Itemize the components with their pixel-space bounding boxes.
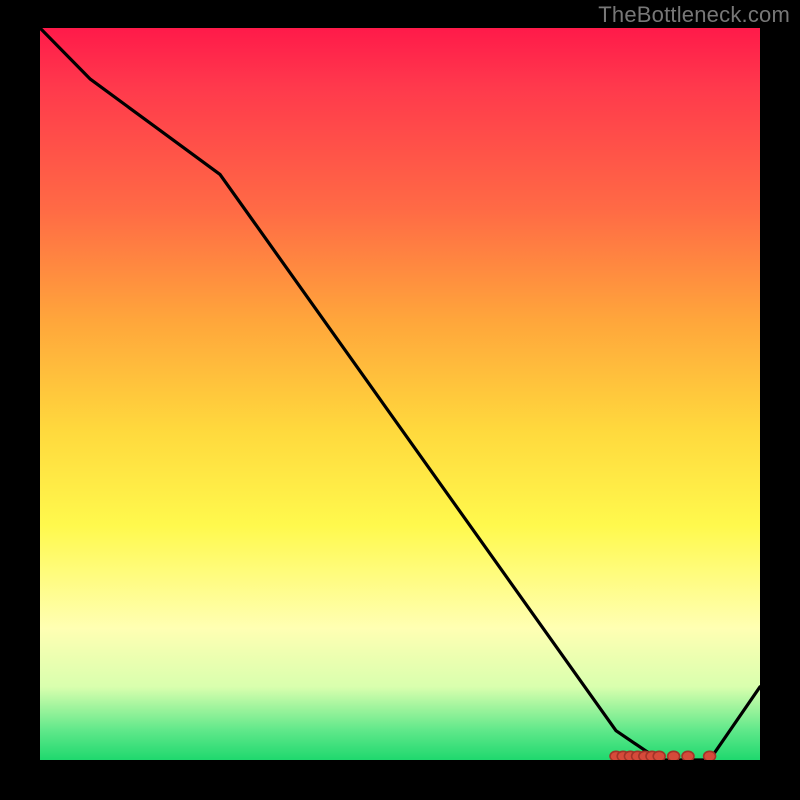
chart-svg [40,28,760,760]
series-marker [668,751,680,760]
chart-canvas: TheBottleneck.com [0,0,800,800]
line-series [40,28,760,760]
plot-area [40,28,760,760]
series-marker [653,751,665,760]
watermark-text: TheBottleneck.com [598,2,790,28]
series-marker [704,751,716,760]
series-marker [682,751,694,760]
